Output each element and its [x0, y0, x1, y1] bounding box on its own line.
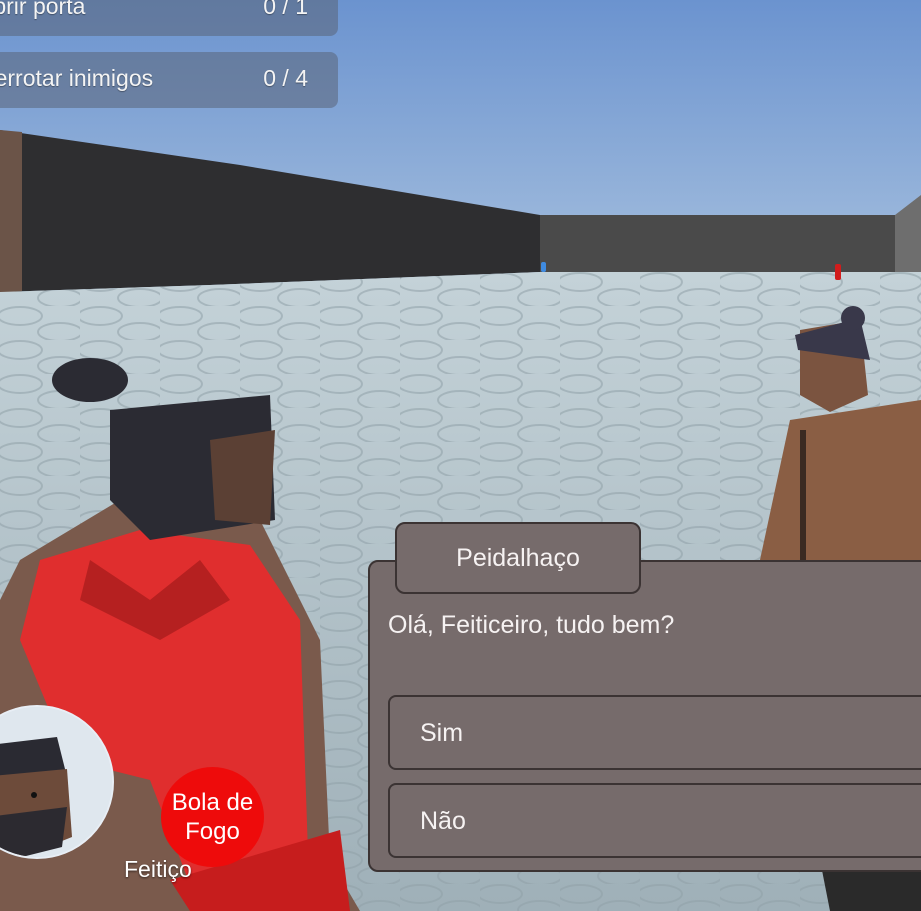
spell-name-line1: Bola de [171, 789, 254, 816]
quest-label: Abrir porta [0, 0, 86, 19]
red-potion [835, 264, 841, 280]
dialog-text: Olá, Feiticeiro, tudo bem? [388, 611, 675, 639]
choice-no-button[interactable]: Não [388, 783, 921, 858]
choice-yes-button[interactable]: Sim [388, 695, 921, 770]
back-wall [530, 215, 895, 272]
quest-progress: 0 / 1 [263, 0, 308, 19]
spell-name-line2: Fogo [185, 818, 240, 845]
left-wall-edge [0, 130, 22, 292]
spell-fireball-button[interactable]: Bola de Fogo [161, 767, 264, 867]
quest-open-door: Abrir porta 0 / 1 [0, 0, 338, 36]
quest-progress: 0 / 4 [263, 65, 308, 91]
quest-defeat-enemies: Derrotar inimigos 0 / 4 [0, 52, 338, 108]
choice-label: Não [420, 807, 466, 835]
choice-label: Sim [420, 719, 464, 747]
speaker-name-tab: Peidalhaço [395, 522, 641, 594]
quest-label: Derrotar inimigos [0, 65, 154, 91]
speaker-name: Peidalhaço [456, 544, 580, 572]
spell-type-label: Feitiço [124, 856, 192, 882]
blue-potion [541, 262, 546, 272]
